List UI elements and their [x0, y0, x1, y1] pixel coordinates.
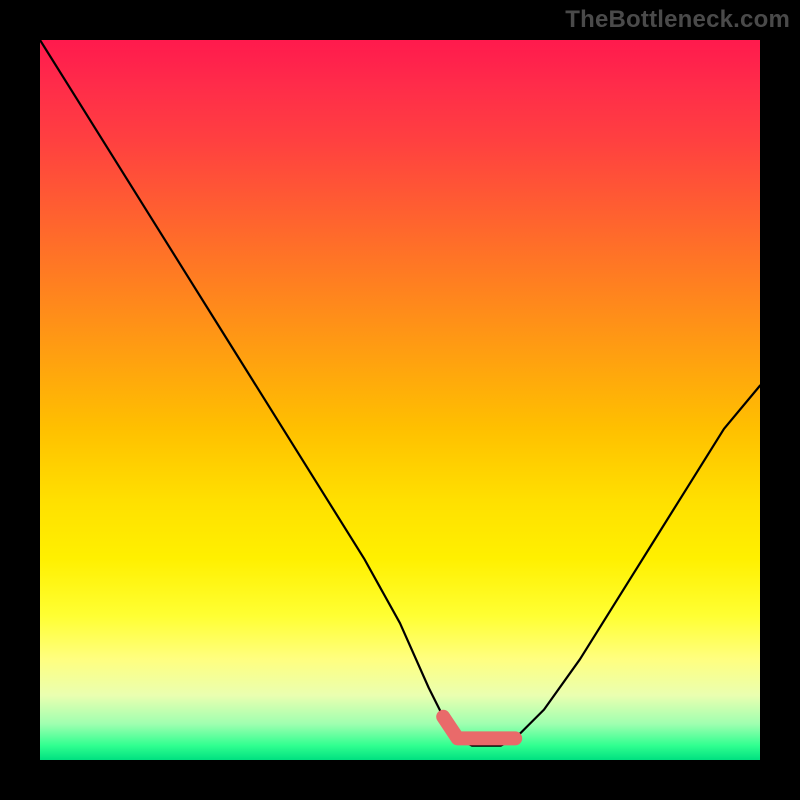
watermark-text: TheBottleneck.com: [565, 6, 790, 34]
chart-frame: TheBottleneck.com: [0, 0, 800, 800]
plot-area: [40, 40, 760, 760]
minimum-zone-marker: [443, 717, 515, 739]
curve-layer: [40, 40, 760, 760]
bottleneck-curve: [40, 40, 760, 746]
